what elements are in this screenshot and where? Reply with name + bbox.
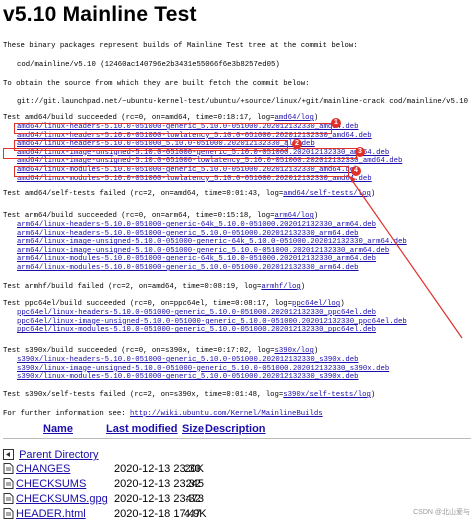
back-arrow-icon [3, 449, 14, 460]
further-info-link[interactable]: http://wiki.ubuntu.com/Kernel/MainlineBu… [130, 410, 323, 418]
watermark: CSDN @北山爱与 [413, 509, 470, 516]
column-size-header[interactable]: Size [182, 423, 204, 435]
listing-divider [3, 438, 471, 439]
file-icon [3, 508, 14, 519]
file-icon [3, 463, 14, 474]
file-size: 4.9K [184, 508, 207, 520]
file-icon [3, 493, 14, 504]
file-name-link[interactable]: HEADER.html [16, 508, 86, 520]
parent-directory-link[interactable]: Parent Directory [19, 449, 98, 461]
file-size: 245 [185, 478, 204, 490]
parent-directory-row: Parent Directory [3, 449, 99, 461]
column-name-header[interactable]: Name [43, 423, 73, 435]
further-info: For further information see: http://wiki… [3, 410, 323, 418]
file-size: 473 [185, 493, 204, 505]
annotation-arrow [348, 175, 463, 339]
file-size: 20K [184, 463, 204, 475]
file-name-link[interactable]: CHECKSUMS [16, 478, 86, 490]
column-description-header[interactable]: Description [205, 423, 266, 435]
file-name-link[interactable]: CHANGES [16, 463, 70, 475]
file-name-link[interactable]: CHECKSUMS.gpg [16, 493, 108, 505]
column-modified-header[interactable]: Last modified [106, 423, 178, 435]
file-icon [3, 478, 14, 489]
